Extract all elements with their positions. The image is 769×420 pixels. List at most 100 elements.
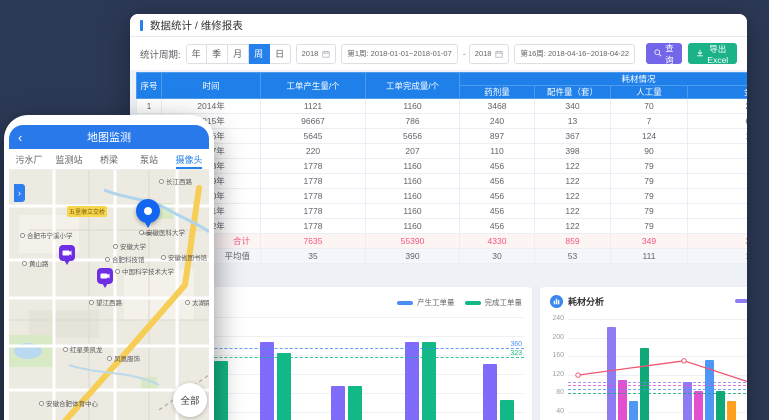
phone-screen: ‹ 地图监测 污水厂监测站桥梁泵站摄像头 <box>9 125 209 420</box>
breadcrumb-text: 数据统计 / 维修报表 <box>150 18 243 33</box>
y-axis-tick-label: 80 <box>542 389 564 396</box>
table-cell: 1778 <box>261 174 366 189</box>
phone-tab-泵站[interactable]: 泵站 <box>129 149 169 169</box>
table-cell: 79 <box>611 189 688 204</box>
end-week-input[interactable]: 第16周: 2018-04-16~2018-04-22 <box>514 44 635 64</box>
table-cell: 897 <box>460 129 535 144</box>
query-button[interactable]: 查询 <box>646 43 682 64</box>
table-cell: 456 <box>460 204 535 219</box>
range-separator: - <box>463 49 466 59</box>
period-option-日[interactable]: 日 <box>270 44 291 64</box>
total-cell: 338 <box>688 234 748 249</box>
bar-completed <box>214 361 228 420</box>
table-cell: 1160 <box>366 219 460 234</box>
period-label: 统计周期: <box>140 47 181 61</box>
average-cell: 111 <box>611 249 688 264</box>
table-cell: 220 <box>261 144 366 159</box>
phone-tab-bar: 污水厂监测站桥梁泵站摄像头 <box>9 149 209 170</box>
sub-column-header: 药剂量 <box>460 86 535 99</box>
bar-completed <box>422 342 436 420</box>
sub-column-header: 金额 <box>688 86 748 99</box>
table-cell: 456 <box>460 159 535 174</box>
camera-marker-icon[interactable] <box>97 268 113 284</box>
reference-line-label: 360 <box>510 341 522 348</box>
start-week-input[interactable]: 第1周: 2018-01-01~2018-01-07 <box>341 44 457 64</box>
download-icon <box>696 49 704 59</box>
expand-panel-icon[interactable]: › <box>14 184 25 202</box>
map-place-text: 中国科学技术大学 <box>122 266 174 276</box>
legend-item: 产生工单量 <box>397 297 455 308</box>
pin-center-dot <box>144 207 152 215</box>
phone-tab-监测站[interactable]: 监测站 <box>49 149 89 169</box>
table-row: 62019年177811604561227967 <box>137 174 748 189</box>
total-cell: 349 <box>611 234 688 249</box>
location-pin-icon[interactable] <box>136 199 160 223</box>
y-axis-tick-label: 200 <box>542 334 564 341</box>
period-segmented-control: 年季月周日 <box>186 44 291 64</box>
map-place-label: 合肥市宁溪小学 <box>20 230 73 240</box>
bar-generated <box>331 386 345 420</box>
breadcrumb: 数据统计 / 维修报表 <box>130 14 747 37</box>
table-row: 92022年177811604561227967 <box>137 219 748 234</box>
legend-item: 完成工单量 <box>465 297 523 308</box>
table-cell: 690 <box>688 114 748 129</box>
map-view[interactable]: › 五里墩立交桥 合肥市宁溪小学黄山路安徽大学合肥科技馆中国科学技术大学安徽医科… <box>9 170 209 420</box>
charts-row: 产生工单量完成工单量 360323 耗材分析 4080120160200240 <box>136 287 747 420</box>
table-cell: 367 <box>535 129 611 144</box>
table-cell: 1160 <box>366 189 460 204</box>
table-cell: 456 <box>460 174 535 189</box>
average-cell: 146 <box>688 249 748 264</box>
bar-completed <box>500 400 514 420</box>
period-option-季[interactable]: 季 <box>207 44 228 64</box>
end-year-value: 2018 <box>475 49 492 58</box>
map-place-label: 合肥科技馆 <box>105 254 145 264</box>
table-cell: 1778 <box>261 219 366 234</box>
show-all-button[interactable]: 全部 <box>173 383 207 417</box>
table-cell: 79 <box>611 159 688 174</box>
period-option-年[interactable]: 年 <box>186 44 207 64</box>
end-year-select[interactable]: 2018 <box>469 44 510 64</box>
table-cell: 13 <box>535 114 611 129</box>
table-cell: 1160 <box>366 174 460 189</box>
table-cell: 124 <box>611 129 688 144</box>
export-excel-button[interactable]: 导出Excel <box>688 43 737 64</box>
camera-marker-icon[interactable] <box>59 245 75 261</box>
poi-dot-icon <box>159 179 164 184</box>
start-year-value: 2018 <box>302 49 319 58</box>
breadcrumb-accent <box>140 20 143 31</box>
y-axis-tick-label: 40 <box>542 408 564 415</box>
poi-dot-icon <box>63 347 68 352</box>
average-row: 平均值353903053111146 <box>137 249 748 264</box>
table-cell: 122 <box>535 219 611 234</box>
phone-tab-桥梁[interactable]: 桥梁 <box>89 149 129 169</box>
phone-tab-污水厂[interactable]: 污水厂 <box>9 149 49 169</box>
table-header-row: 序号时间工单产生量/个工单完成量/个耗材情况 <box>137 73 748 86</box>
start-year-select[interactable]: 2018 <box>296 44 337 64</box>
map-place-text: 红星美凯龙 <box>70 344 103 354</box>
phone-tab-摄像头[interactable]: 摄像头 <box>169 149 209 169</box>
period-option-月[interactable]: 月 <box>228 44 249 64</box>
pin-shadow <box>142 232 154 235</box>
table-cell: 340 <box>535 99 611 114</box>
back-icon[interactable]: ‹ <box>18 131 22 144</box>
legend-label: 产生工单量 <box>417 297 455 308</box>
poi-dot-icon <box>105 257 110 262</box>
end-week-value: 第16周: 2018-04-16~2018-04-22 <box>520 48 629 59</box>
bar-generated <box>405 342 419 420</box>
poi-dot-icon <box>20 233 25 238</box>
average-cell: 390 <box>366 249 460 264</box>
export-button-label: 导出Excel <box>707 43 729 65</box>
table-cell: 79 <box>611 219 688 234</box>
table-cell: 1160 <box>366 204 460 219</box>
table-cell: 122 <box>535 174 611 189</box>
map-place-text: 黄山路 <box>29 258 49 268</box>
table-cell: 110 <box>460 144 535 159</box>
y-axis-tick-label: 120 <box>542 371 564 378</box>
period-option-周[interactable]: 周 <box>249 44 270 64</box>
table-row: 82021年177811604561227967 <box>137 204 748 219</box>
table-cell: 1160 <box>366 159 460 174</box>
table-cell: 1160 <box>366 99 460 114</box>
table-cell: 398 <box>535 144 611 159</box>
map-place-label: 长江西路 <box>159 176 192 186</box>
map-place-text: 长江西路 <box>166 176 192 186</box>
